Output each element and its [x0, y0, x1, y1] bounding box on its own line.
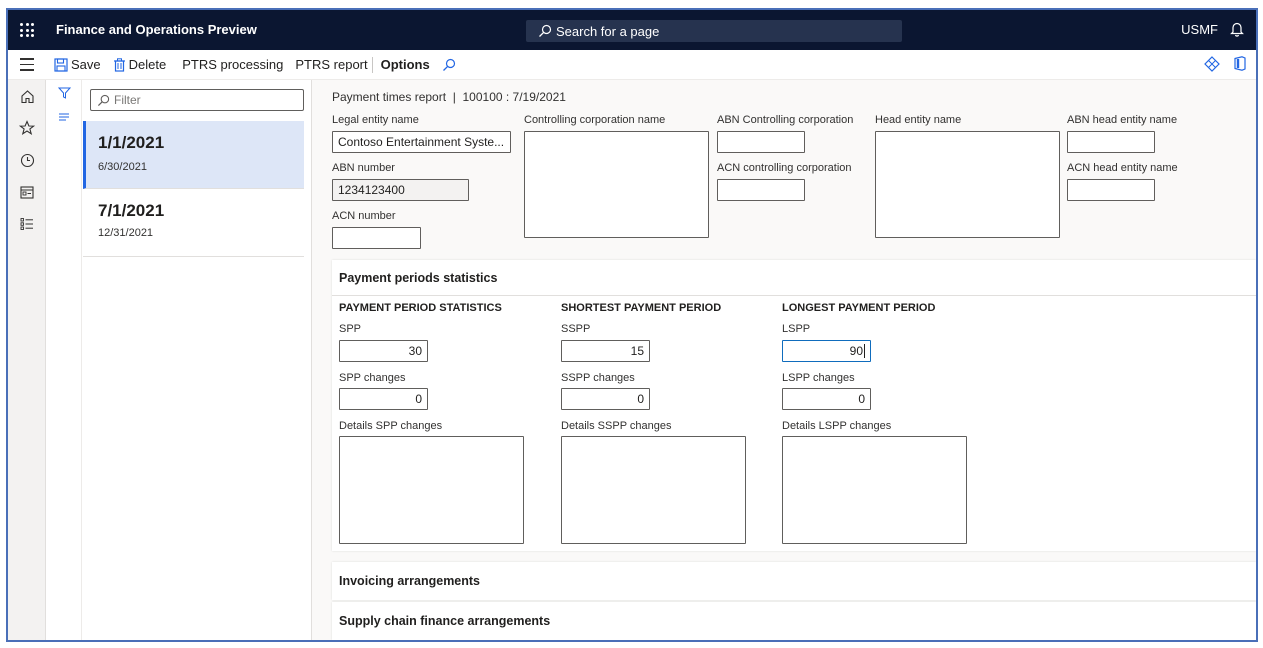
filter-input[interactable]: Filter — [90, 89, 304, 111]
legal-entity-field[interactable]: Contoso Entertainment Syste... — [332, 131, 511, 153]
payment-periods-header[interactable]: Payment periods statistics — [332, 260, 1256, 296]
abn-head-entity-field[interactable] — [1067, 131, 1155, 153]
search-placeholder: Search for a page — [556, 23, 660, 39]
sspp-changes-field[interactable]: 0 — [561, 388, 650, 410]
group-title-payment-period-statistics: PAYMENT PERIOD STATISTICS — [339, 302, 502, 314]
ptrs-processing-button[interactable]: PTRS processing — [172, 50, 289, 80]
sspp-label: SSPP — [561, 323, 591, 335]
sspp-changes-label: SSPP changes — [561, 372, 635, 384]
list-filter-strip — [46, 80, 82, 640]
abn-controlling-label: ABN Controlling corporation — [717, 114, 854, 126]
spp-changes-label: SPP changes — [339, 372, 406, 384]
filter-search-icon — [97, 94, 110, 106]
app-title: Finance and Operations Preview — [56, 22, 257, 37]
save-button[interactable]: Save — [46, 50, 107, 80]
hamburger-menu-icon[interactable] — [8, 50, 46, 80]
payment-periods-section: Payment periods statistics PAYMENT PERIO… — [332, 260, 1256, 551]
abn-number-field[interactable]: 1234123400 — [332, 179, 469, 201]
lspp-value: 90 — [849, 344, 863, 358]
acn-controlling-field[interactable] — [717, 179, 805, 201]
abn-controlling-field[interactable] — [717, 131, 805, 153]
group-title-longest-payment-period: LONGEST PAYMENT PERIOD — [782, 302, 936, 314]
workspaces-icon[interactable] — [8, 176, 46, 208]
acn-number-label: ACN number — [332, 210, 396, 222]
notification-bell-icon[interactable] — [1230, 21, 1244, 40]
list-item-subtitle: 6/30/2021 — [98, 161, 147, 173]
top-bar: Finance and Operations Preview Search fo… — [8, 10, 1256, 50]
details-lspp-changes-field[interactable] — [782, 436, 967, 544]
spp-label: SPP — [339, 323, 362, 335]
app-launcher-icon[interactable] — [8, 10, 46, 50]
list-item[interactable]: 1/1/2021 6/30/2021 — [83, 121, 304, 189]
ptrs-report-button[interactable]: PTRS report — [289, 50, 371, 80]
details-sspp-changes-field[interactable] — [561, 436, 746, 544]
options-tab[interactable]: Options — [373, 50, 436, 80]
lspp-changes-label: LSPP changes — [782, 372, 855, 384]
head-entity-label: Head entity name — [875, 114, 962, 126]
details-sspp-changes-label: Details SSPP changes — [561, 420, 672, 432]
diamond-icon[interactable] — [1204, 55, 1220, 75]
acn-head-entity-label: ACN head entity name — [1067, 162, 1178, 174]
invoicing-arrangements-section[interactable]: Invoicing arrangements — [332, 562, 1256, 600]
favorites-star-icon[interactable] — [8, 112, 46, 144]
supply-chain-finance-section[interactable]: Supply chain finance arrangements — [332, 602, 1256, 640]
trash-icon — [113, 57, 125, 72]
abn-head-entity-label: ABN head entity name — [1067, 114, 1178, 126]
delete-label: Delete — [128, 57, 167, 72]
page-search-box[interactable]: Search for a page — [526, 20, 902, 42]
record-list: Filter 1/1/2021 6/30/2021 7/1/2021 12/31… — [82, 80, 312, 640]
page-caption: Payment times report | 100100 : 7/19/202… — [332, 90, 566, 104]
details-lspp-changes-label: Details LSPP changes — [782, 420, 892, 432]
action-pane: Save Delete PTRS processing PTRS report … — [8, 50, 1256, 80]
list-item-title: 7/1/2021 — [98, 201, 165, 220]
controlling-corporation-field[interactable] — [524, 131, 709, 238]
controlling-corporation-label: Controlling corporation name — [524, 114, 666, 126]
acn-head-entity-field[interactable] — [1067, 179, 1155, 201]
acn-number-field[interactable] — [332, 227, 421, 249]
delete-button[interactable]: Delete — [107, 50, 173, 80]
office-icon[interactable] — [1234, 56, 1246, 74]
spp-changes-field[interactable]: 0 — [339, 388, 428, 410]
search-icon — [539, 24, 552, 37]
spp-field[interactable]: 30 — [339, 340, 428, 362]
modules-list-icon[interactable] — [8, 208, 46, 240]
filter-funnel-icon[interactable] — [46, 80, 82, 106]
list-item-subtitle: 12/31/2021 — [98, 227, 154, 239]
details-spp-changes-field[interactable] — [339, 436, 524, 544]
list-item-title: 1/1/2021 — [98, 133, 165, 152]
list-view-icon[interactable] — [46, 106, 82, 128]
recent-clock-icon[interactable] — [8, 144, 46, 176]
text-cursor — [864, 344, 865, 358]
navigation-bar — [8, 80, 46, 640]
details-spp-changes-label: Details SPP changes — [339, 420, 443, 432]
group-title-shortest-payment-period: SHORTEST PAYMENT PERIOD — [561, 302, 722, 314]
lspp-changes-field[interactable]: 0 — [782, 388, 871, 410]
save-label: Save — [71, 57, 101, 72]
app-window: Finance and Operations Preview Search fo… — [6, 8, 1258, 642]
supply-chain-finance-header[interactable]: Supply chain finance arrangements — [332, 602, 1256, 640]
action-search-icon[interactable] — [436, 50, 465, 80]
sspp-field[interactable]: 15 — [561, 340, 650, 362]
list-item[interactable]: 7/1/2021 12/31/2021 — [83, 189, 304, 257]
filter-placeholder: Filter — [114, 93, 141, 107]
lspp-label: LSPP — [782, 323, 811, 335]
abn-number-label: ABN number — [332, 162, 395, 174]
legal-entity-label: Legal entity name — [332, 114, 419, 126]
acn-controlling-label: ACN controlling corporation — [717, 162, 852, 174]
invoicing-arrangements-header[interactable]: Invoicing arrangements — [332, 562, 1256, 600]
head-entity-field[interactable] — [875, 131, 1060, 238]
lspp-field[interactable]: 90 — [782, 340, 871, 362]
details-pane: Payment times report | 100100 : 7/19/202… — [312, 80, 1256, 640]
home-icon[interactable] — [8, 80, 46, 112]
company-picker[interactable]: USMF — [1181, 22, 1218, 37]
save-icon — [54, 57, 68, 72]
